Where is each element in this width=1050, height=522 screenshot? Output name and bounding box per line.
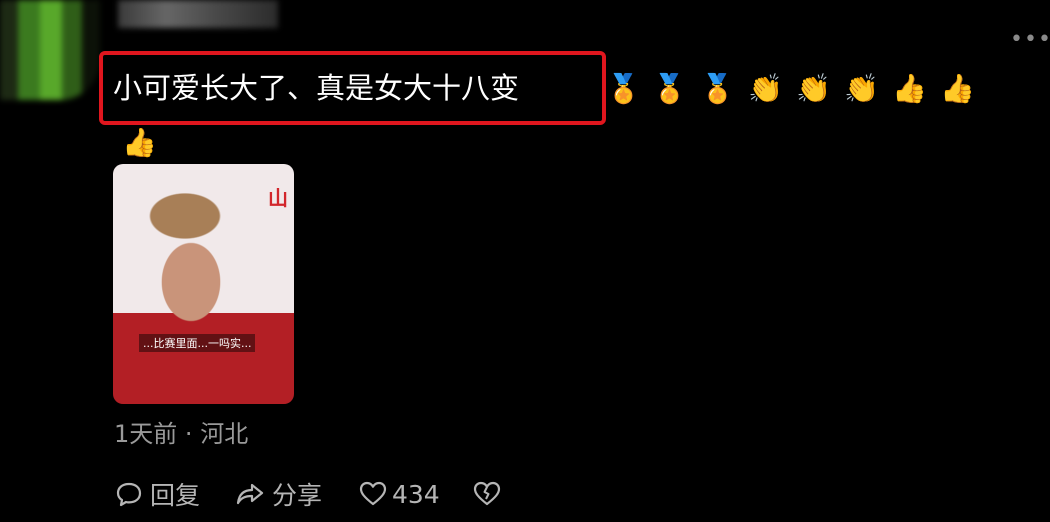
comment-meta: 1天前 · 河北	[114, 414, 248, 449]
reply-bubble-icon	[116, 482, 142, 507]
broken-heart-icon	[473, 481, 501, 506]
clap-emoji-icon: 👏	[748, 72, 783, 105]
share-arrow-icon	[236, 483, 264, 505]
heart-icon	[359, 481, 387, 506]
thumbnail-caption: ...比赛里面...一吗实...	[139, 334, 256, 352]
thumbs-up-emoji-icon: 👍	[940, 72, 975, 105]
like-count: 434	[392, 479, 440, 509]
location: 河北	[200, 420, 249, 448]
reply-label: 回复	[150, 481, 201, 510]
dislike-button[interactable]	[472, 474, 502, 514]
clap-emoji-icon: 👏	[844, 72, 879, 105]
reply-button[interactable]: 回复	[114, 474, 200, 514]
thumbnail-brand-text: 山	[268, 186, 288, 210]
share-label: 分享	[272, 481, 323, 510]
username[interactable]	[118, 0, 278, 28]
share-button[interactable]: 分享	[234, 474, 322, 514]
more-options-button[interactable]: •••	[1010, 29, 1050, 51]
timestamp: 1天前	[114, 420, 178, 448]
avatar[interactable]	[0, 0, 100, 100]
medal-emoji-icon: 🏅	[652, 72, 687, 105]
medal-emoji-icon: 🏅	[606, 72, 641, 105]
comment-text: 小可爱长大了、真是女大十八变	[113, 71, 520, 105]
meta-separator: ·	[184, 420, 193, 448]
like-button[interactable]: 434	[358, 474, 440, 514]
comment-image-thumbnail[interactable]: 山 ...比赛里面...一吗实...	[113, 164, 294, 404]
clap-emoji-icon: 👏	[796, 72, 831, 105]
thumbs-up-emoji-icon: 👍	[122, 126, 157, 159]
more-horizontal-icon: •••	[1010, 27, 1050, 52]
thumbs-up-emoji-icon: 👍	[892, 72, 927, 105]
medal-emoji-icon: 🏅	[700, 72, 735, 105]
